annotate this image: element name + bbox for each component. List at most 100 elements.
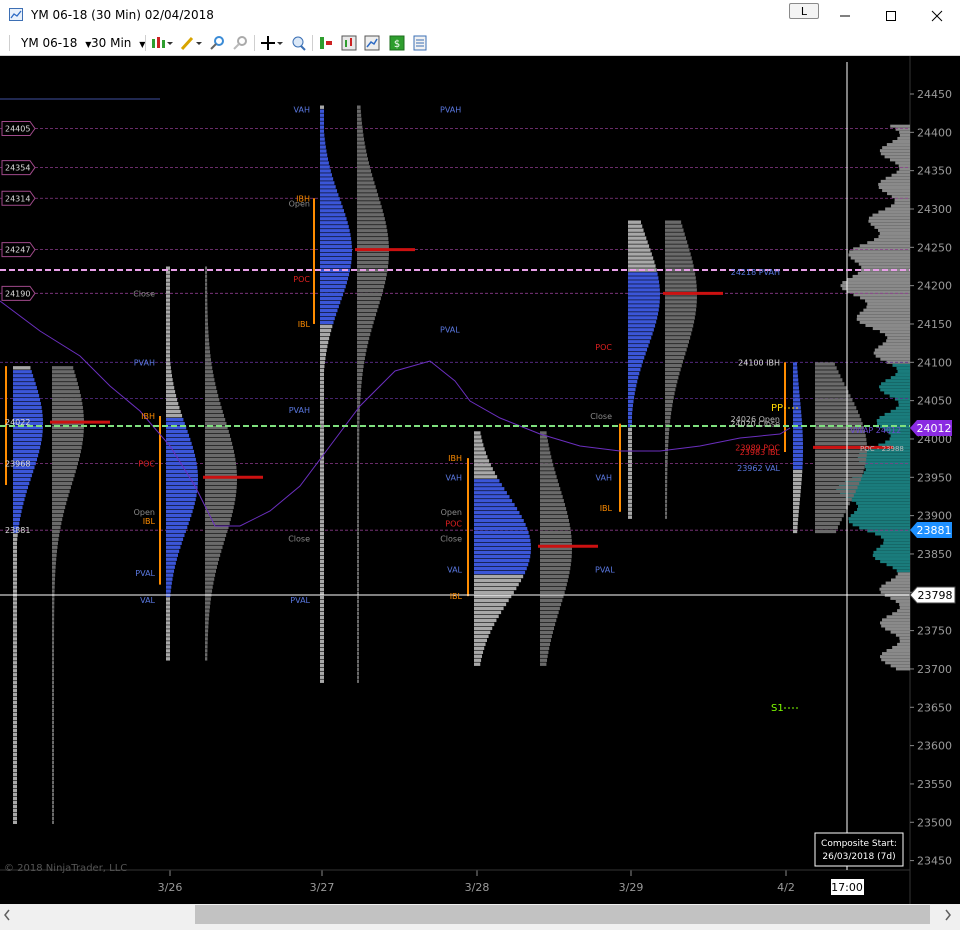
- data-box-icon[interactable]: [290, 35, 306, 51]
- volume-row: [357, 543, 360, 548]
- profile-row: [793, 501, 800, 506]
- volume-row: [540, 483, 560, 487]
- volume-row: [205, 437, 232, 442]
- composite-value-row: [859, 474, 910, 478]
- dollar-icon[interactable]: $: [389, 35, 405, 51]
- value-area-row: [320, 233, 351, 237]
- interval-selector[interactable]: 30 Min ▼: [91, 36, 145, 50]
- profile-row: [13, 561, 17, 565]
- volume-row: [52, 776, 54, 781]
- volume-row: [52, 653, 55, 657]
- day-annotation: IBL: [450, 592, 463, 601]
- price-tick-label: 23650: [917, 701, 952, 714]
- profile-row: [13, 792, 17, 797]
- profile-row: [474, 662, 481, 666]
- profile-row: [13, 597, 17, 601]
- composite-row: [863, 308, 910, 312]
- scroll-right-icon[interactable]: [945, 909, 951, 921]
- volume-row: [815, 374, 841, 378]
- profile-row: [13, 605, 17, 609]
- instrument-selector[interactable]: YM 06-18 ▼: [21, 36, 91, 50]
- value-area-row: [166, 517, 191, 522]
- minimize-icon[interactable]: [822, 0, 868, 31]
- volume-row: [52, 752, 55, 757]
- volume-row: [205, 533, 227, 537]
- volume-row: [540, 499, 564, 503]
- scroll-left-icon[interactable]: [4, 909, 10, 921]
- day-annotation: PVAH: [134, 358, 155, 367]
- composite-row: [889, 158, 910, 162]
- crosshair-icon[interactable]: [261, 35, 283, 51]
- volume-row: [815, 402, 855, 406]
- volume-row: [665, 256, 692, 260]
- value-area-row: [628, 363, 642, 368]
- profile-row: [166, 645, 170, 649]
- zoom-out-icon[interactable]: [232, 35, 248, 51]
- volume-row: [357, 229, 388, 233]
- profile-row: [13, 557, 17, 561]
- chart-trader-icon[interactable]: [364, 35, 380, 51]
- volume-row: [665, 455, 668, 460]
- volume-row: [357, 113, 362, 117]
- price-tick-label: 23500: [917, 816, 952, 829]
- volume-row: [357, 272, 387, 277]
- volume-row: [357, 563, 360, 568]
- value-area-row: [320, 292, 344, 297]
- value-area-row: [166, 537, 184, 541]
- day-annotation: VAH: [596, 473, 612, 482]
- volume-row: [540, 475, 557, 479]
- layout-button[interactable]: L: [789, 3, 819, 19]
- bar-style-icon[interactable]: [151, 35, 173, 51]
- value-area-row: [13, 429, 43, 434]
- profile-row: [320, 528, 324, 532]
- value-area-row: [166, 513, 192, 518]
- profile-row: [13, 589, 17, 593]
- value-area-row: [13, 386, 37, 390]
- composite-value-row: [865, 468, 910, 472]
- value-area-row: [628, 379, 638, 384]
- scroll-thumb[interactable]: [195, 905, 930, 924]
- volume-row: [357, 611, 359, 616]
- profile-row: [13, 609, 17, 613]
- volume-row: [357, 217, 385, 221]
- profile-row: [166, 406, 180, 410]
- indicators-icon[interactable]: [341, 35, 357, 51]
- zoom-in-icon[interactable]: [209, 35, 225, 51]
- volume-row: [665, 479, 668, 483]
- strategies-icon[interactable]: [318, 35, 334, 51]
- drawing-tools-icon[interactable]: [180, 35, 202, 51]
- left-level-text: 24405: [5, 124, 30, 133]
- volume-row: [357, 237, 389, 241]
- profile-row: [13, 784, 17, 789]
- composite-row: [879, 330, 910, 334]
- day-annotation: PVAL: [595, 565, 615, 574]
- title-bar: YM 06-18 (30 Min) 02/04/2018 L: [0, 0, 960, 31]
- volume-row: [52, 685, 55, 689]
- volume-row: [205, 282, 208, 286]
- date-tick-label: 3/26: [158, 881, 183, 894]
- composite-value-row: [857, 507, 910, 511]
- volume-row: [52, 390, 80, 394]
- chart-panel[interactable]: 24450 24400 24350 24300 24250 24200 24150 24100…: [0, 56, 960, 904]
- volume-row: [357, 137, 365, 141]
- price-tick-label: 23950: [917, 471, 952, 484]
- composite-value-row: [848, 520, 910, 524]
- price-axis: 24450 24400 24350 24300 24250 24200 24150 24100…: [909, 56, 952, 904]
- profile-row: [13, 649, 17, 653]
- composite-row: [891, 173, 910, 177]
- volume-row: [205, 465, 237, 470]
- maximize-icon[interactable]: [868, 0, 914, 31]
- close-icon[interactable]: [914, 0, 960, 31]
- profile-row: [320, 579, 324, 584]
- volume-row: [357, 328, 372, 333]
- volume-row: [665, 276, 696, 280]
- day-annotation: Open: [134, 508, 155, 517]
- volume-row: [52, 681, 55, 685]
- volume-row: [665, 383, 677, 388]
- properties-icon[interactable]: [412, 35, 428, 51]
- volume-row: [52, 609, 55, 613]
- volume-row: [205, 537, 225, 541]
- chart-canvas[interactable]: 24450 24400 24350 24300 24250 24200 24150 24100…: [0, 56, 960, 904]
- value-area-row: [793, 410, 802, 414]
- price-tick-label: 23850: [917, 548, 952, 561]
